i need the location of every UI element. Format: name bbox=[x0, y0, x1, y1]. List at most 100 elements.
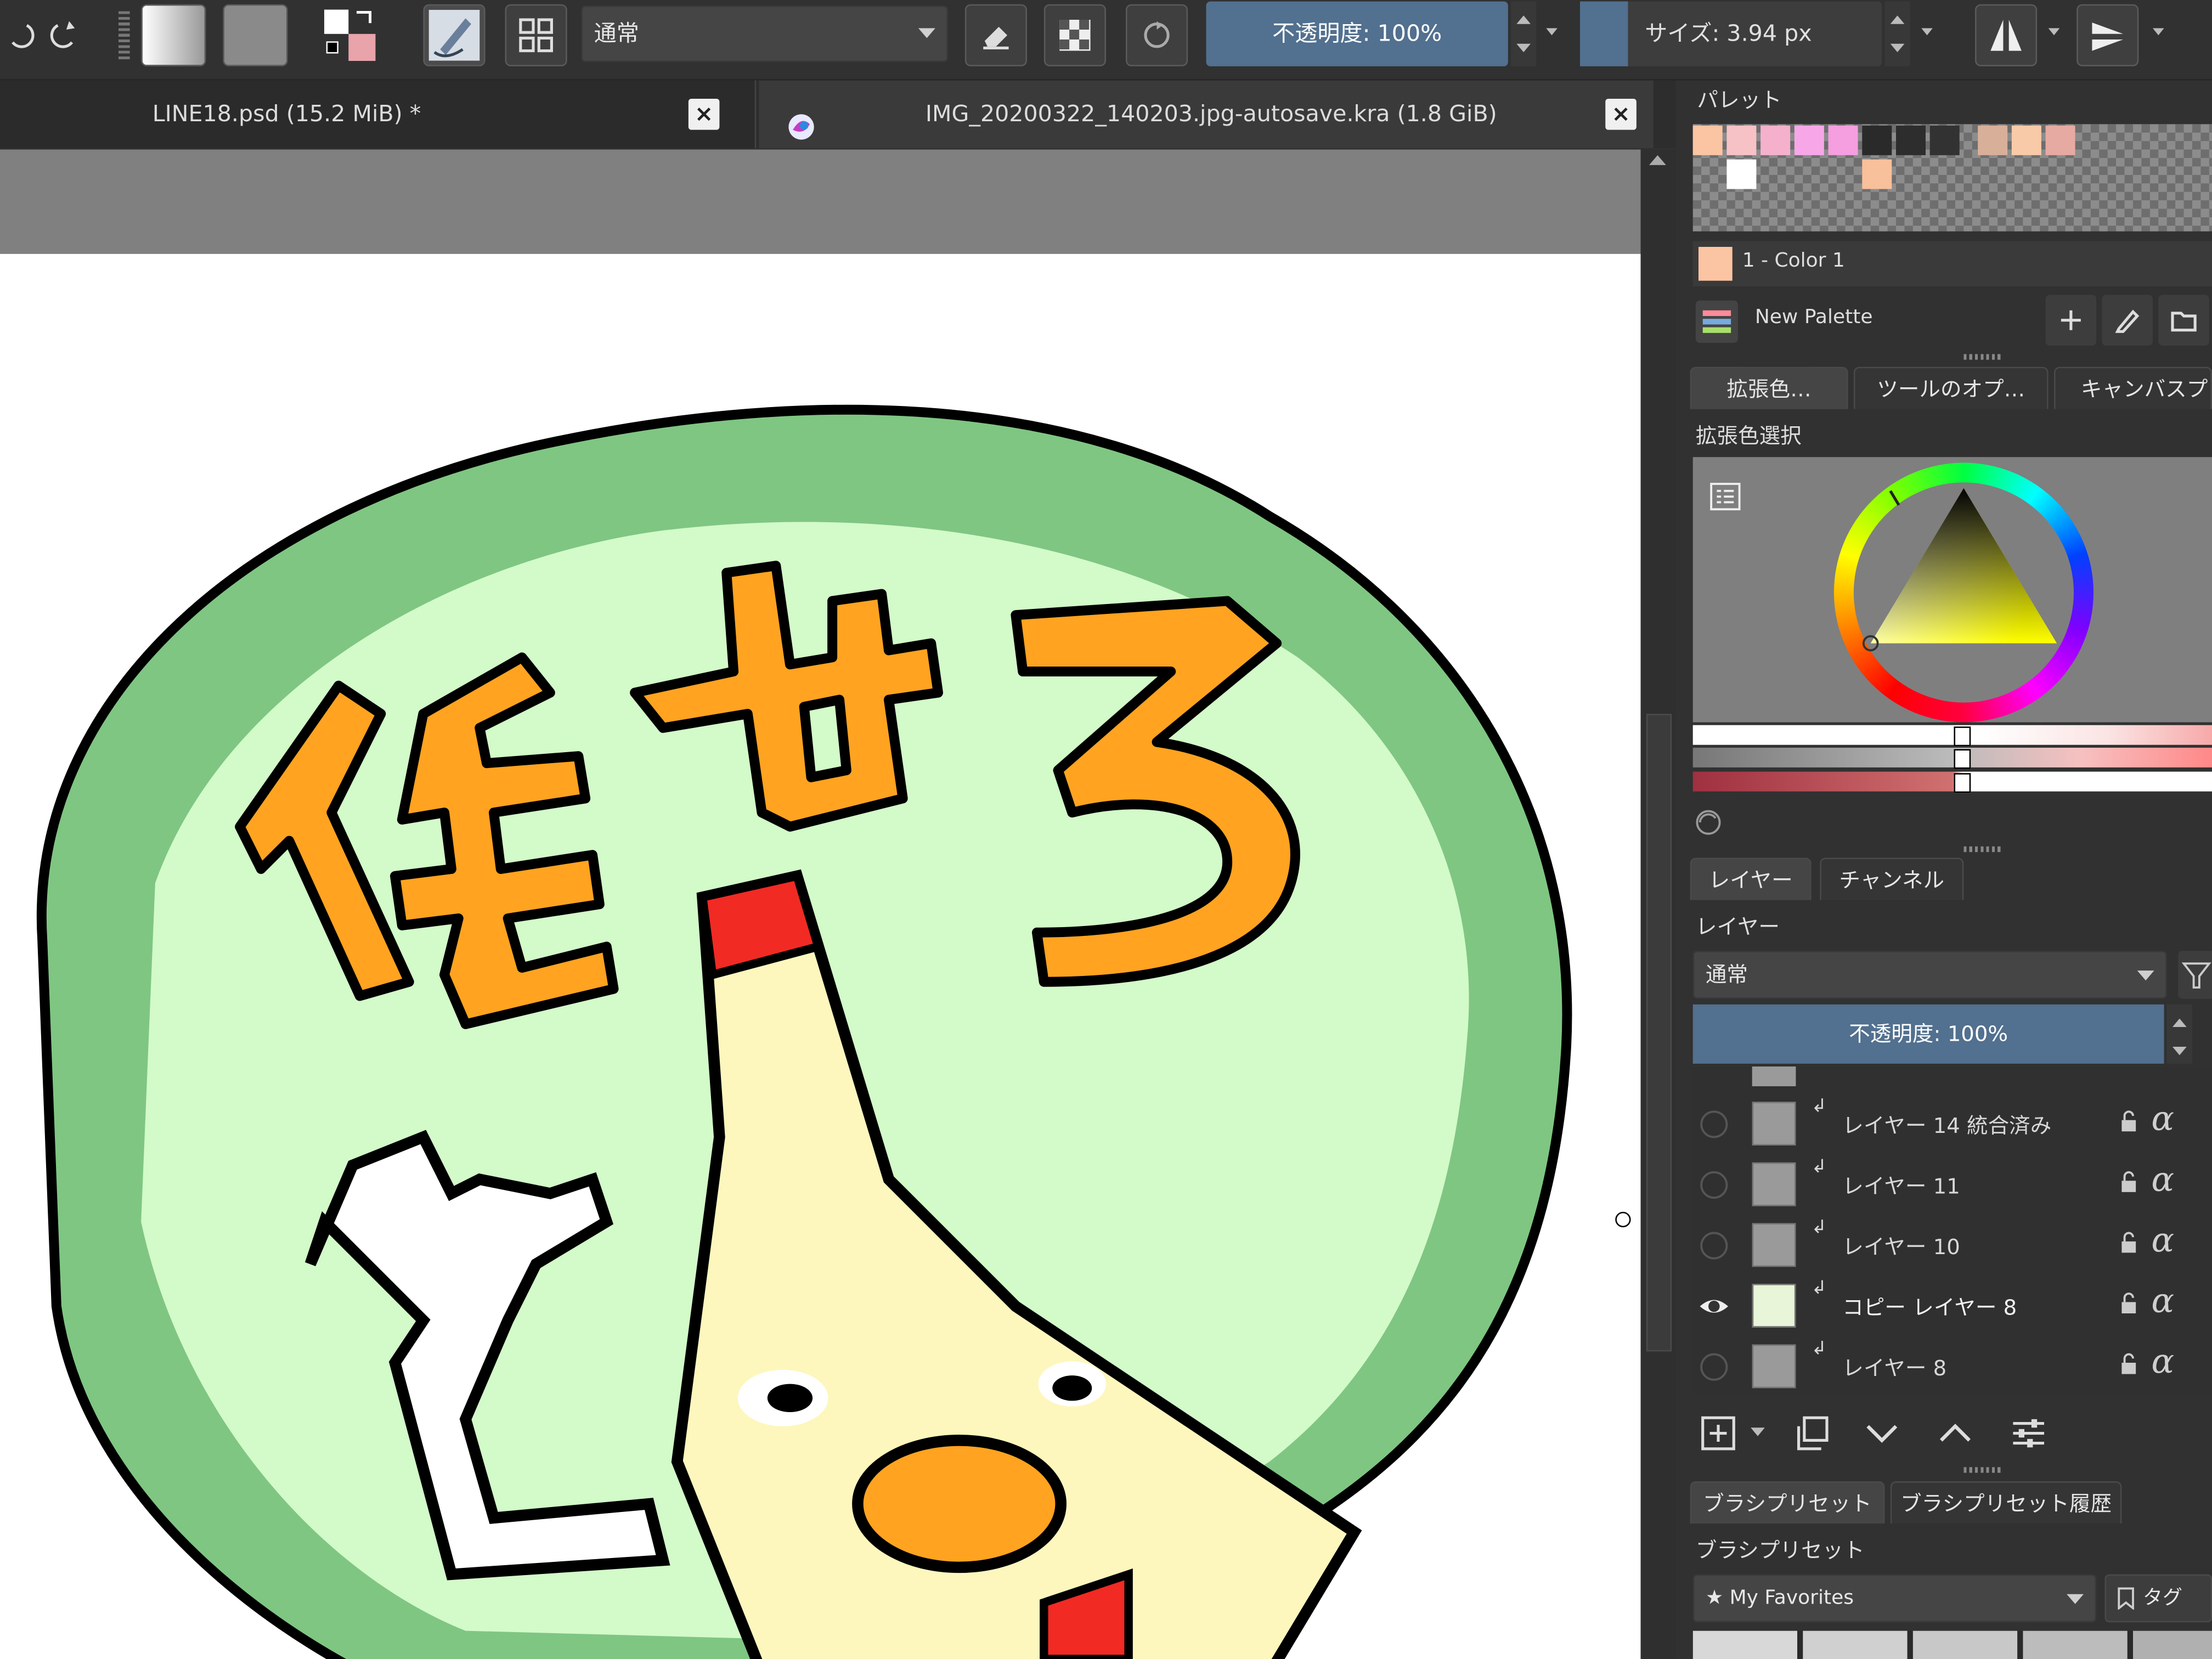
lock-icon[interactable] bbox=[2120, 1292, 2137, 1314]
layer-hidden-icon[interactable] bbox=[1699, 1230, 1730, 1261]
reload-preset-icon[interactable] bbox=[1126, 4, 1188, 66]
move-layer-up-icon[interactable] bbox=[1930, 1408, 1981, 1459]
brush-preset-item[interactable] bbox=[1692, 1630, 1797, 1659]
palette-swatch[interactable] bbox=[1862, 125, 1892, 155]
tab-canvas-preset[interactable]: キャンバスプレ… bbox=[2054, 366, 2212, 409]
splitter-handle[interactable] bbox=[1963, 846, 2004, 853]
tag-button[interactable]: タグ bbox=[2104, 1574, 2212, 1623]
tab-layers[interactable]: レイヤー bbox=[1690, 857, 1812, 900]
layer-row[interactable]: ↲ レイヤー 11 α bbox=[1693, 1154, 2212, 1215]
edit-swatch-icon[interactable] bbox=[2102, 295, 2153, 346]
settings-list-icon[interactable] bbox=[1710, 482, 1741, 511]
palette-swatch[interactable] bbox=[1760, 125, 1791, 155]
palette-name[interactable]: New Palette bbox=[1755, 306, 1873, 329]
slider-handle[interactable] bbox=[1954, 726, 1971, 747]
tab-advanced-color[interactable]: 拡張色… bbox=[1690, 366, 1848, 409]
chevron-down-icon[interactable] bbox=[2153, 28, 2164, 36]
layer-row[interactable]: ↲ コピー レイヤー 8 α bbox=[1693, 1276, 2212, 1336]
color-history-icon[interactable] bbox=[1693, 807, 1724, 838]
value-slider[interactable] bbox=[1692, 725, 2212, 745]
palette-swatch[interactable] bbox=[1726, 159, 1757, 189]
scrollbar-thumb[interactable] bbox=[1646, 714, 1672, 1352]
chevron-down-icon[interactable] bbox=[1751, 1427, 1765, 1436]
mirror-vertical-icon[interactable] bbox=[2076, 4, 2139, 66]
brush-tag-filter-select[interactable]: ★ My Favorites bbox=[1692, 1574, 2097, 1623]
brush-preset-item[interactable] bbox=[2133, 1630, 2212, 1659]
tab-img-autosave[interactable]: IMG_20200322_140203.jpg-autosave.kra (1.… bbox=[759, 80, 1654, 148]
brush-preset-item[interactable] bbox=[1803, 1630, 1908, 1659]
saturation-triangle[interactable] bbox=[1834, 462, 2094, 722]
size-spinner[interactable] bbox=[1884, 1, 1910, 66]
layer-opacity-slider[interactable]: 不透明度: 100% bbox=[1692, 1004, 2164, 1064]
chevron-down-icon[interactable] bbox=[2048, 28, 2060, 36]
alpha-lock-icon[interactable]: α bbox=[2151, 1341, 2174, 1381]
opacity-slider[interactable]: 不透明度: 100% bbox=[1206, 1, 1508, 66]
palette-swatch[interactable] bbox=[2011, 125, 2041, 155]
alpha-lock-icon[interactable]: α bbox=[2151, 1099, 2174, 1138]
palette-swatch[interactable] bbox=[1896, 125, 1926, 155]
close-icon[interactable]: × bbox=[1605, 99, 1637, 130]
canvas-scrollbar[interactable] bbox=[1640, 149, 1676, 1659]
layer-blend-mode-select[interactable]: 通常 bbox=[1692, 951, 2167, 999]
slider-handle[interactable] bbox=[1954, 773, 1971, 793]
pattern-preset-button[interactable] bbox=[223, 4, 288, 66]
brush-preset-icon[interactable] bbox=[423, 4, 486, 66]
move-layer-down-icon[interactable] bbox=[1857, 1408, 1908, 1459]
eraser-mode-icon[interactable] bbox=[964, 4, 1027, 66]
palette-swatch[interactable] bbox=[1862, 159, 1892, 189]
mirror-horizontal-icon[interactable] bbox=[1975, 4, 2038, 66]
splitter-handle[interactable] bbox=[1963, 1467, 2004, 1473]
add-layer-icon[interactable] bbox=[1693, 1408, 1744, 1459]
preserve-alpha-icon[interactable] bbox=[1043, 4, 1106, 66]
tab-brush-presets[interactable]: ブラシプリセット bbox=[1690, 1481, 1885, 1524]
tab-line18[interactable]: LINE18.psd (15.2 MiB) * × bbox=[0, 80, 757, 148]
duplicate-layer-icon[interactable] bbox=[1786, 1408, 1837, 1459]
palette-swatch[interactable] bbox=[1978, 125, 2008, 155]
selected-color-row[interactable]: 1 - Color 1 bbox=[1692, 241, 2212, 286]
tab-brush-history[interactable]: ブラシプリセット履歴 bbox=[1890, 1481, 2122, 1524]
gradient-preset-button[interactable] bbox=[141, 4, 206, 66]
lock-icon[interactable] bbox=[2120, 1232, 2137, 1254]
chevron-down-icon[interactable] bbox=[1546, 28, 1558, 36]
tab-channels[interactable]: チャンネル bbox=[1820, 857, 1964, 900]
palette-swatch[interactable] bbox=[1726, 125, 1757, 155]
opacity-spinner[interactable] bbox=[1511, 1, 1537, 66]
layer-properties-icon[interactable] bbox=[2003, 1408, 2054, 1459]
layer-row[interactable]: ↲ レイヤー 14 統合済み α bbox=[1693, 1093, 2212, 1154]
close-icon[interactable]: × bbox=[688, 99, 720, 130]
layer-hidden-icon[interactable] bbox=[1699, 1109, 1730, 1140]
saturation-slider[interactable] bbox=[1692, 747, 2212, 768]
alpha-lock-icon[interactable]: α bbox=[2151, 1220, 2174, 1260]
lock-icon[interactable] bbox=[2120, 1110, 2137, 1133]
canvas-viewport[interactable] bbox=[0, 149, 1641, 1659]
palette-swatch[interactable] bbox=[1794, 125, 1824, 155]
lock-icon[interactable] bbox=[2120, 1353, 2137, 1375]
fg-bg-color-icon[interactable] bbox=[319, 4, 381, 66]
chevron-up-icon[interactable] bbox=[1649, 155, 1666, 165]
palette-swatch[interactable] bbox=[1929, 125, 1960, 155]
brush-preset-grid[interactable] bbox=[1692, 1630, 2212, 1659]
splitter-handle[interactable] bbox=[1963, 354, 2004, 360]
workspace-grid-icon[interactable] bbox=[505, 4, 567, 66]
hue-slider[interactable] bbox=[1692, 771, 2212, 792]
layer-hidden-icon[interactable] bbox=[1699, 1170, 1730, 1201]
layer-row[interactable]: ↲ レイヤー 8 α bbox=[1693, 1336, 2212, 1397]
lock-icon[interactable] bbox=[2120, 1171, 2137, 1193]
alpha-lock-icon[interactable]: α bbox=[2151, 1160, 2174, 1199]
filter-icon[interactable] bbox=[2178, 951, 2212, 999]
add-swatch-icon[interactable] bbox=[2045, 295, 2097, 346]
palette-grid[interactable] bbox=[1692, 124, 2212, 232]
brush-preset-item[interactable] bbox=[2023, 1630, 2128, 1659]
palette-swatch[interactable] bbox=[2045, 125, 2075, 155]
palette-swatch[interactable] bbox=[1692, 125, 1723, 155]
tab-tool-options[interactable]: ツールのオプ… bbox=[1853, 366, 2049, 409]
folder-icon[interactable] bbox=[2158, 295, 2209, 346]
palette-icon[interactable] bbox=[1695, 300, 1738, 343]
blend-mode-select[interactable]: 通常 bbox=[581, 5, 948, 63]
eye-icon[interactable] bbox=[1699, 1291, 1730, 1322]
slider-handle[interactable] bbox=[1954, 749, 1971, 769]
layer-row[interactable]: ↲ レイヤー 10 α bbox=[1693, 1215, 2212, 1276]
redo-icon[interactable] bbox=[34, 4, 96, 66]
brush-preset-item[interactable] bbox=[1912, 1630, 2018, 1659]
layer-hidden-icon[interactable] bbox=[1699, 1351, 1730, 1383]
